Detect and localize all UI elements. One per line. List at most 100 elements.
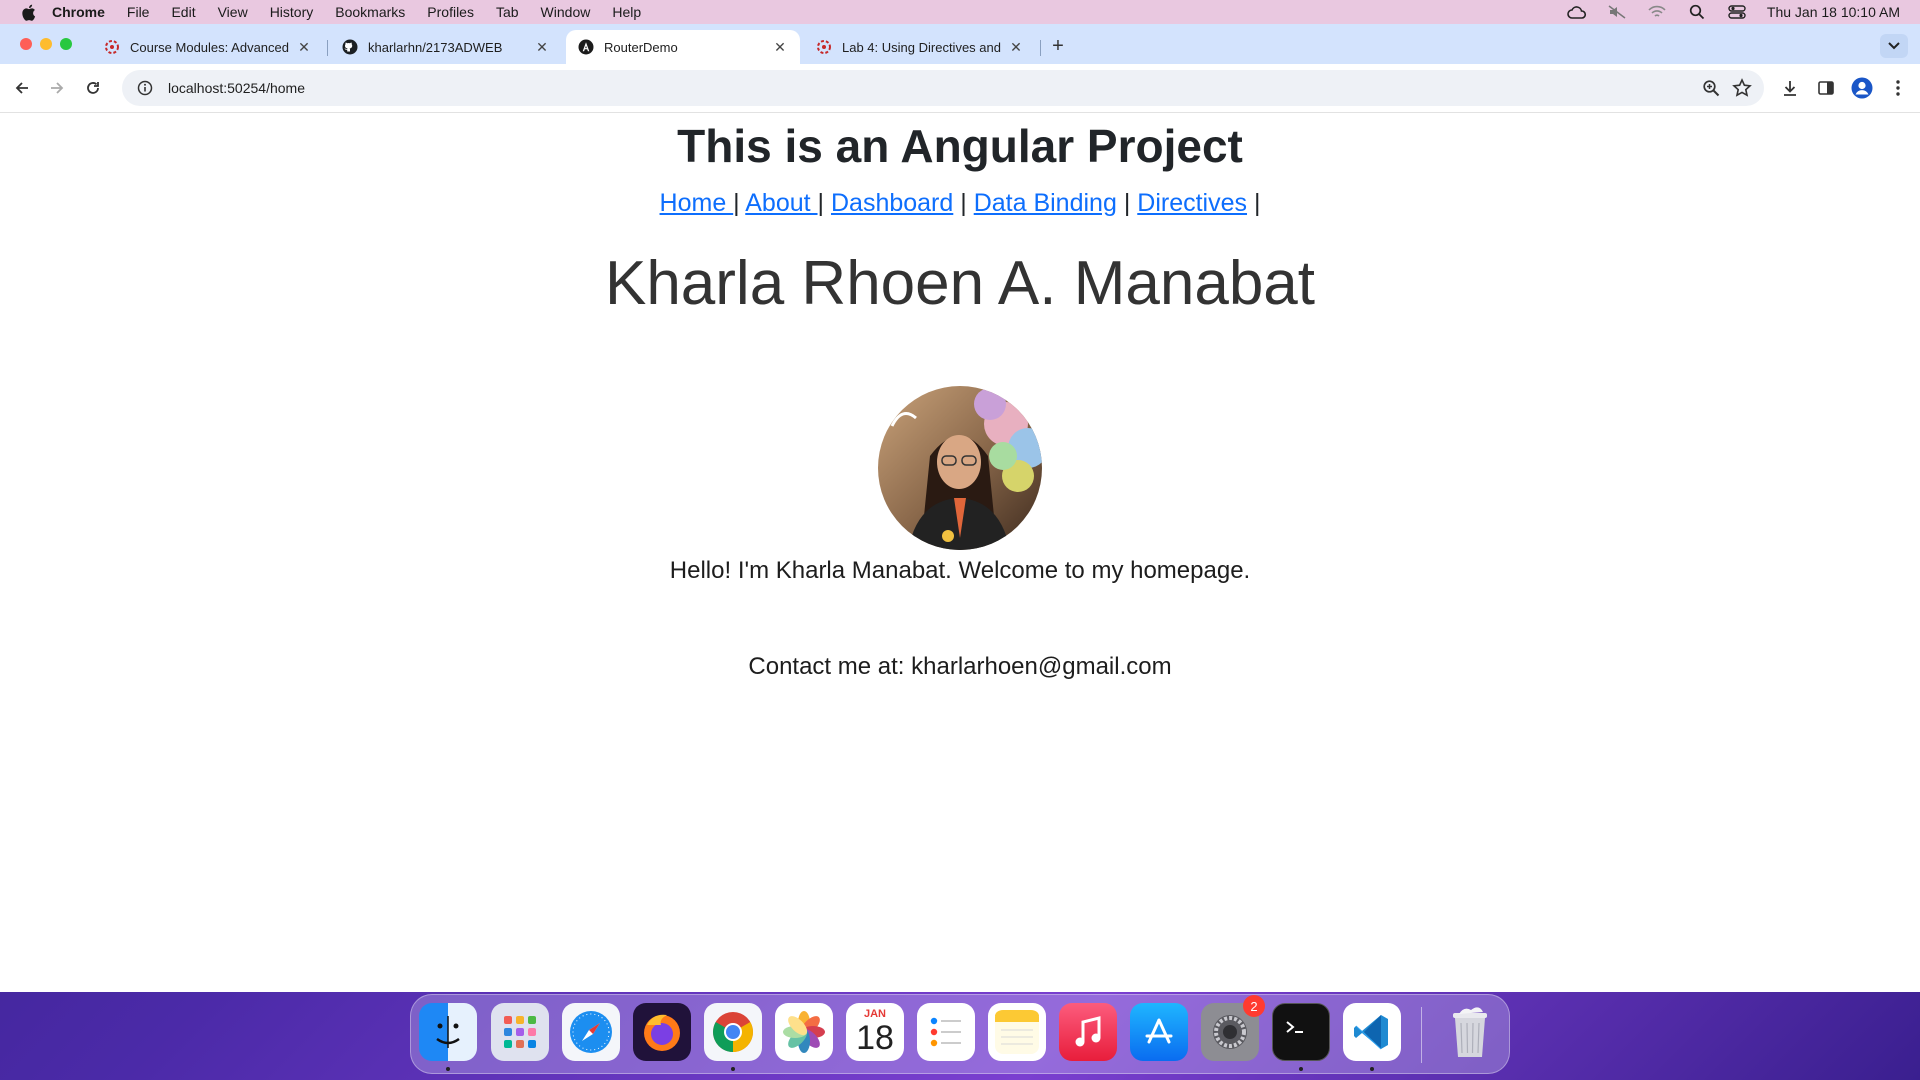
tab-strip: Course Modules: Advanced D ✕ kharlarhn/2… xyxy=(0,24,1920,64)
reload-button[interactable] xyxy=(81,76,105,100)
profile-photo xyxy=(878,386,1042,550)
menu-file[interactable]: File xyxy=(127,4,150,20)
side-panel-button[interactable] xyxy=(1814,76,1838,100)
status-area: Thu Jan 18 10:10 AM xyxy=(1567,0,1900,24)
notification-badge: 2 xyxy=(1243,995,1265,1017)
launchpad-icon[interactable] xyxy=(491,1003,549,1061)
close-icon[interactable]: ✕ xyxy=(296,39,312,55)
calendar-icon[interactable]: JAN 18 xyxy=(846,1003,904,1061)
terminal-icon[interactable] xyxy=(1272,1003,1330,1061)
nav-separator: | xyxy=(960,189,967,217)
side-panel-icon xyxy=(1818,81,1834,95)
window-close-button[interactable] xyxy=(20,38,32,50)
window-minimize-button[interactable] xyxy=(40,38,52,50)
angular-icon xyxy=(578,39,594,55)
web-page: This is an Angular Project Home | About … xyxy=(0,113,1920,992)
spotlight-icon[interactable] xyxy=(1687,4,1707,20)
menu-bookmarks[interactable]: Bookmarks xyxy=(335,4,405,20)
greeting-text: Hello! I'm Kharla Manabat. Welcome to my… xyxy=(669,557,1251,584)
reminders-icon[interactable] xyxy=(917,1003,975,1061)
browser-window: Course Modules: Advanced D ✕ kharlarhn/2… xyxy=(0,24,1920,992)
firefox-icon[interactable] xyxy=(633,1003,691,1061)
close-icon[interactable]: ✕ xyxy=(534,39,550,55)
tab-separator xyxy=(1040,40,1041,56)
dock: JAN 18 2 xyxy=(410,994,1510,1074)
menubar-clock[interactable]: Thu Jan 18 10:10 AM xyxy=(1767,4,1900,20)
download-icon xyxy=(1784,81,1796,96)
window-maximize-button[interactable] xyxy=(60,38,72,50)
menu-view[interactable]: View xyxy=(218,4,248,20)
back-button[interactable] xyxy=(10,76,34,100)
page-title: This is an Angular Project xyxy=(677,120,1243,172)
chrome-menu-button[interactable] xyxy=(1886,76,1910,100)
zoom-icon[interactable] xyxy=(1702,79,1720,97)
menu-edit[interactable]: Edit xyxy=(171,4,195,20)
chrome-icon[interactable] xyxy=(704,1003,762,1061)
github-icon xyxy=(342,39,358,55)
apple-icon[interactable] xyxy=(20,3,38,21)
arrow-left-icon xyxy=(15,82,28,94)
name-heading: Kharla Rhoen A. Manabat xyxy=(604,249,1316,318)
close-icon[interactable]: ✕ xyxy=(1008,39,1024,55)
control-center-icon[interactable] xyxy=(1727,4,1747,20)
nav-separator: | xyxy=(817,189,825,217)
bookmark-star-icon[interactable] xyxy=(1732,78,1752,98)
nav-separator: | xyxy=(733,189,740,217)
tab-title: kharlarhn/2173ADWEB xyxy=(368,39,503,55)
menu-app-name[interactable]: Chrome xyxy=(52,4,105,20)
tab-course-modules[interactable]: Course Modules: Advanced D ✕ xyxy=(92,30,324,64)
menu-profiles[interactable]: Profiles xyxy=(427,4,474,20)
dock-divider xyxy=(1421,1007,1422,1063)
menu-help[interactable]: Help xyxy=(612,4,641,20)
mute-icon[interactable] xyxy=(1607,4,1627,20)
url-text[interactable]: localhost:50254/home xyxy=(168,80,305,96)
arrow-right-icon xyxy=(51,82,64,94)
nav-link-dashboard[interactable]: Dashboard xyxy=(831,189,953,217)
app-store-icon[interactable] xyxy=(1130,1003,1188,1061)
creative-cloud-icon[interactable] xyxy=(1567,4,1587,20)
canvas-icon xyxy=(816,39,832,55)
reload-icon xyxy=(87,82,99,94)
more-vertical-icon xyxy=(1896,80,1900,96)
page-nav: Home | About | Dashboard | Data Binding … xyxy=(0,187,1920,219)
calendar-day: 18 xyxy=(856,1019,894,1057)
tab-title: Course Modules: Advanced D xyxy=(130,39,290,55)
tab-search-button[interactable] xyxy=(1880,34,1908,58)
system-settings-icon[interactable]: 2 xyxy=(1201,995,1265,1061)
tab-routerdemo[interactable]: RouterDemo ✕ xyxy=(566,30,800,64)
tab-lab4[interactable]: Lab 4: Using Directives and R ✕ xyxy=(804,30,1036,64)
tab-title: RouterDemo xyxy=(604,39,678,55)
running-indicator xyxy=(731,1067,735,1071)
nav-link-directives[interactable]: Directives xyxy=(1137,189,1247,217)
address-bar[interactable]: localhost:50254/home xyxy=(122,70,1764,106)
tab-github[interactable]: kharlarhn/2173ADWEB ✕ xyxy=(330,30,562,64)
vscode-icon[interactable] xyxy=(1343,1003,1401,1061)
menu-tab[interactable]: Tab xyxy=(496,4,519,20)
site-info-icon[interactable] xyxy=(136,79,154,97)
tab-title: Lab 4: Using Directives and R xyxy=(842,39,1002,55)
nav-link-home[interactable]: Home xyxy=(660,189,734,217)
photos-icon[interactable] xyxy=(775,1003,833,1061)
notes-icon[interactable] xyxy=(988,1003,1046,1061)
trash-icon[interactable] xyxy=(1441,1003,1499,1061)
running-indicator xyxy=(446,1067,450,1071)
browser-toolbar: localhost:50254/home xyxy=(0,64,1920,113)
downloads-button[interactable] xyxy=(1778,76,1802,100)
running-indicator xyxy=(1299,1067,1303,1071)
menu-window[interactable]: Window xyxy=(541,4,591,20)
safari-icon[interactable] xyxy=(562,1003,620,1061)
profile-avatar-icon xyxy=(1851,77,1873,99)
chevron-down-icon xyxy=(1888,42,1900,50)
nav-link-data-binding[interactable]: Data Binding xyxy=(974,189,1117,217)
new-tab-button[interactable]: + xyxy=(1050,35,1066,57)
window-controls xyxy=(20,38,72,50)
finder-icon[interactable] xyxy=(419,1003,477,1061)
music-icon[interactable] xyxy=(1059,1003,1117,1061)
close-icon[interactable]: ✕ xyxy=(772,39,788,55)
profile-button[interactable] xyxy=(1850,76,1874,100)
forward-button[interactable] xyxy=(45,76,69,100)
contact-text: Contact me at: kharlarhoen@gmail.com xyxy=(748,653,1172,680)
menu-history[interactable]: History xyxy=(270,4,314,20)
nav-link-about[interactable]: About xyxy=(745,189,817,217)
wifi-icon[interactable] xyxy=(1647,4,1667,20)
